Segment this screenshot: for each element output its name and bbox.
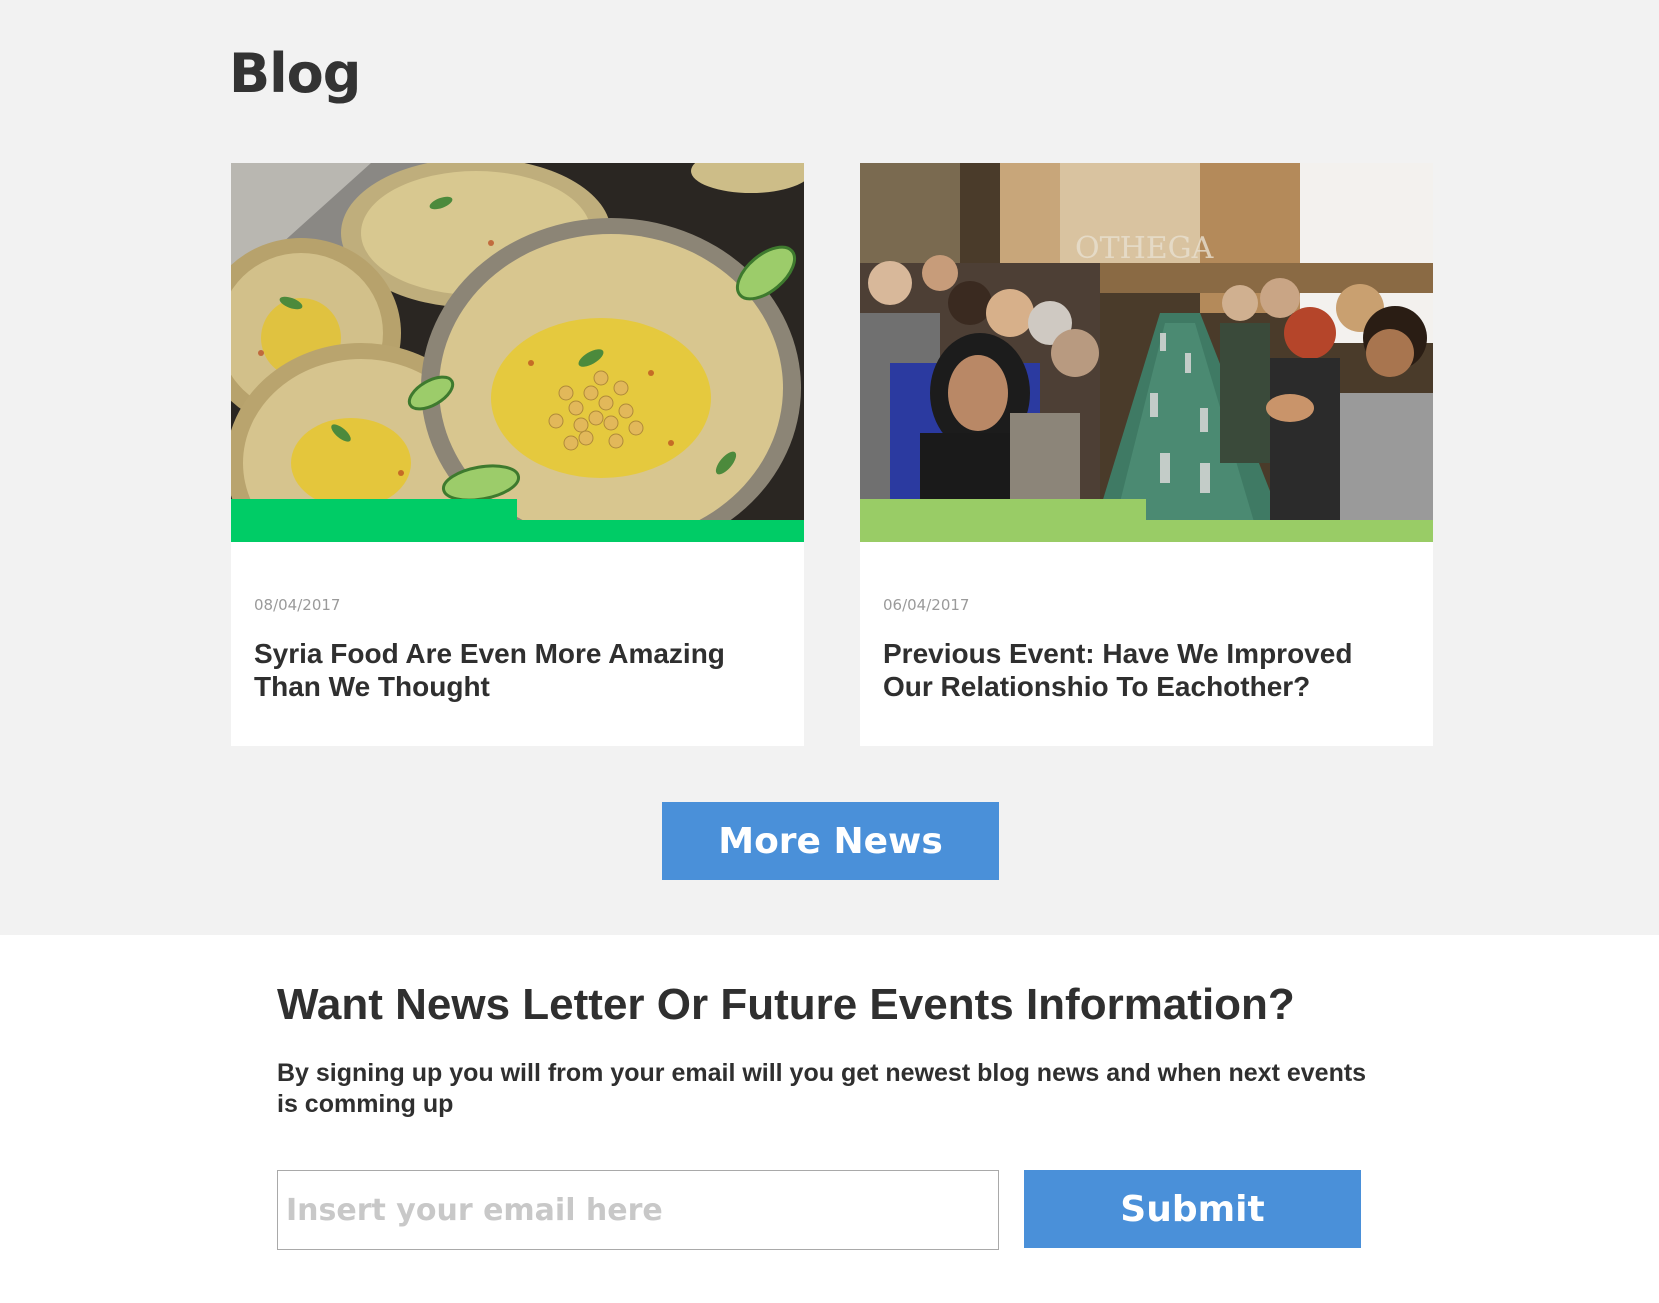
email-input[interactable] bbox=[277, 1170, 999, 1250]
more-news-button[interactable]: More News bbox=[662, 802, 999, 880]
blog-title: Blog bbox=[229, 42, 361, 105]
blog-card[interactable]: 08/04/2017 Syria Food Are Even More Amaz… bbox=[231, 163, 804, 746]
blog-card-date: 06/04/2017 bbox=[883, 596, 970, 614]
newsletter-description: By signing up you will from your email w… bbox=[277, 1059, 1367, 1118]
blog-card[interactable]: OTHEGA 06/04/2017 Previous Event: Have W… bbox=[860, 163, 1433, 746]
community-dinner-photo: OTHEGA bbox=[860, 163, 1433, 542]
blog-card-title[interactable]: Syria Food Are Even More Amazing Than We… bbox=[254, 637, 774, 703]
hummus-plates-photo bbox=[231, 163, 804, 542]
newsletter-heading: Want News Letter Or Future Events Inform… bbox=[277, 980, 1295, 1029]
blog-card-title[interactable]: Previous Event: Have We Improved Our Rel… bbox=[883, 637, 1403, 703]
blog-section: Blog 08/04/2017 Syria Food Are Even More… bbox=[0, 0, 1659, 935]
svg-text:OTHEGA: OTHEGA bbox=[1075, 231, 1214, 266]
blog-card-image[interactable]: OTHEGA bbox=[860, 163, 1433, 542]
blog-card-image[interactable] bbox=[231, 163, 804, 542]
submit-button[interactable]: Submit bbox=[1024, 1170, 1361, 1248]
blog-card-date: 08/04/2017 bbox=[254, 596, 341, 614]
